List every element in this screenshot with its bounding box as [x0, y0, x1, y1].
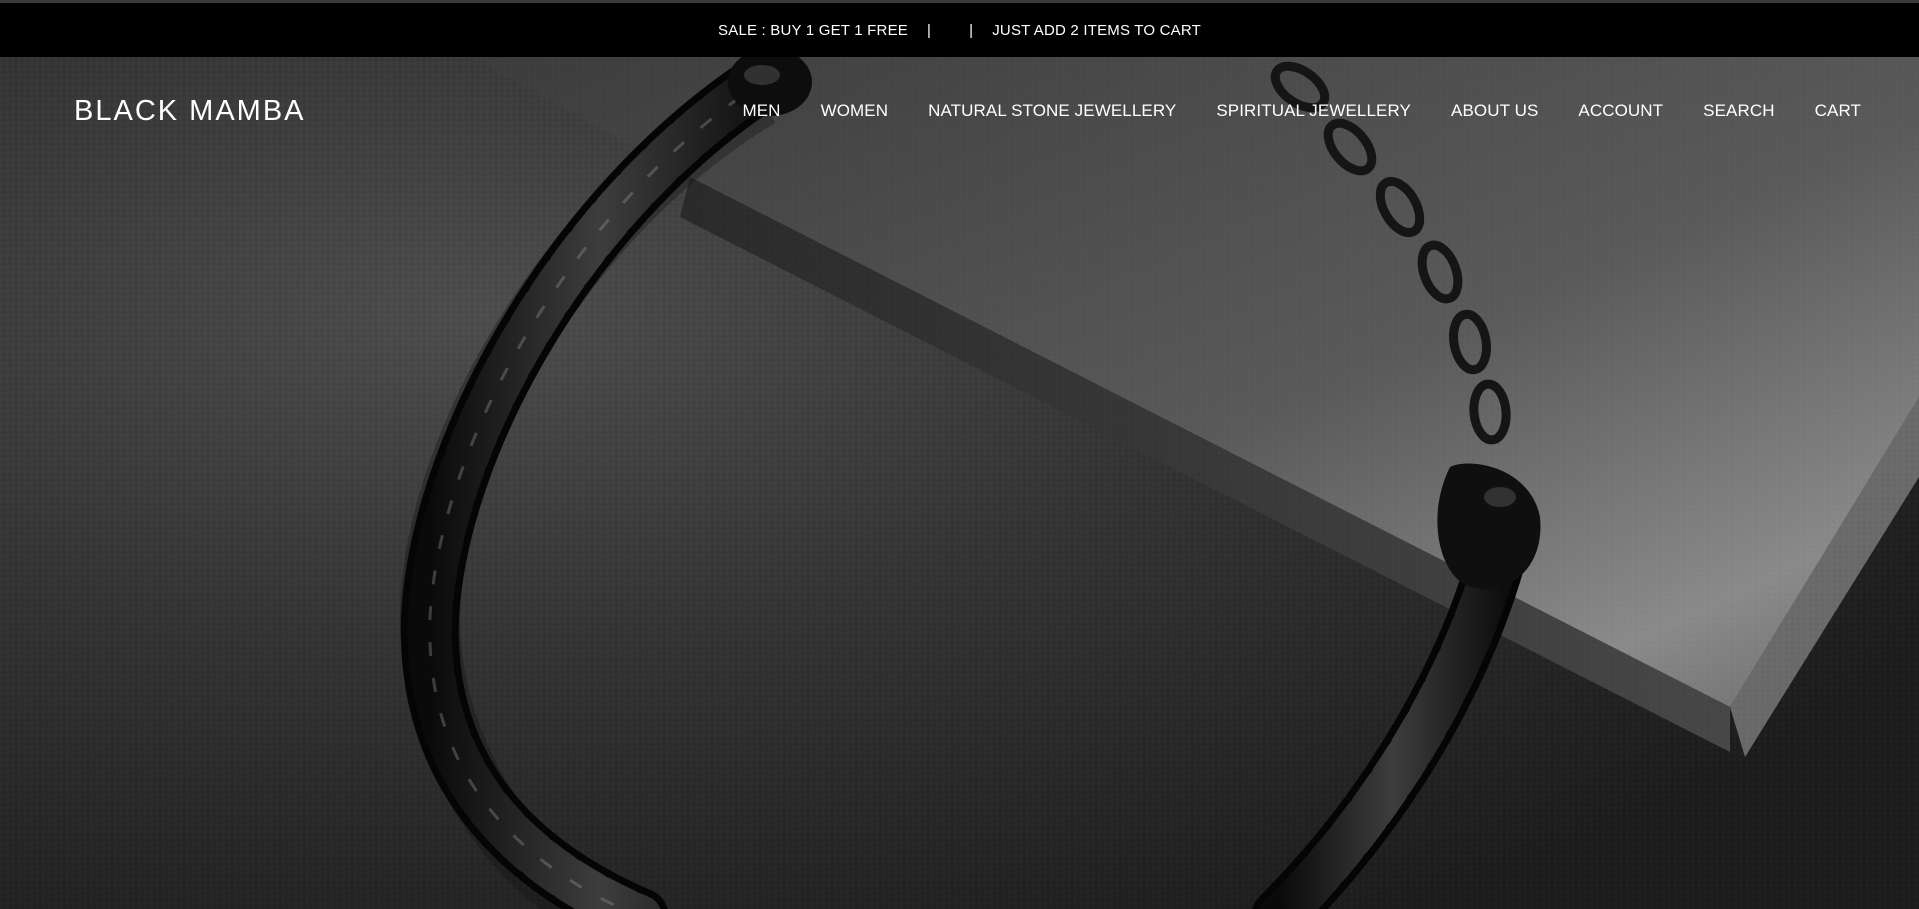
announcement-bar: SALE : BUY 1 GET 1 FREE | | JUST ADD 2 I… [0, 0, 1919, 57]
hero-illustration [0, 57, 1919, 909]
nav-account[interactable]: ACCOUNT [1578, 101, 1663, 121]
nav-cart[interactable]: CART [1815, 101, 1861, 121]
brand-logo[interactable]: BLACK MAMBA [74, 95, 306, 128]
nav-spiritual-jewellery[interactable]: SPIRITUAL JEWELLERY [1216, 101, 1411, 121]
announcement-separator-1: | [927, 21, 932, 39]
site-header: BLACK MAMBA MEN WOMEN NATURAL STONE JEWE… [0, 57, 1919, 167]
nav-about-us[interactable]: ABOUT US [1451, 101, 1538, 121]
nav-natural-stone-jewellery[interactable]: NATURAL STONE JEWELLERY [928, 101, 1176, 121]
announcement-sale-text: SALE : BUY 1 GET 1 FREE [718, 21, 908, 39]
announcement-separator-2: | [969, 21, 974, 39]
main-nav: MEN WOMEN NATURAL STONE JEWELLERY SPIRIT… [742, 101, 1861, 121]
hero-image [0, 57, 1919, 909]
nav-women[interactable]: WOMEN [821, 101, 889, 121]
nav-men[interactable]: MEN [742, 101, 780, 121]
page: SALE : BUY 1 GET 1 FREE | | JUST ADD 2 I… [0, 0, 1919, 909]
announcement-cart-text: JUST ADD 2 ITEMS TO CART [992, 21, 1201, 39]
nav-search[interactable]: SEARCH [1703, 101, 1774, 121]
